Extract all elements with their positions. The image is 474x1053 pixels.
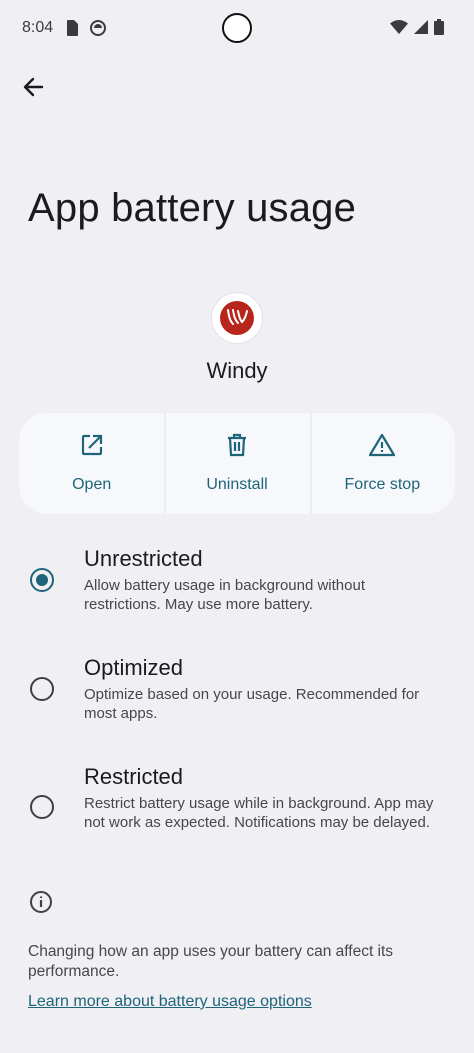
uninstall-button[interactable]: Uninstall [164, 413, 309, 514]
radio-optimized[interactable] [30, 677, 54, 701]
option-title: Optimized [84, 655, 184, 680]
status-icons-left [66, 20, 106, 41]
app-actions: Open Uninstall Force stop [19, 413, 455, 514]
option-description: Optimize based on your usage. Recommende… [84, 686, 420, 722]
learn-more-link[interactable]: Learn more about battery usage options [28, 993, 312, 1011]
wifi-icon [390, 20, 408, 39]
status-icons-right [390, 19, 444, 40]
info-icon [29, 890, 53, 919]
option-restricted[interactable]: Restricted Restrict battery usage while … [0, 762, 474, 858]
option-unrestricted[interactable]: Unrestricted Allow battery usage in back… [0, 544, 474, 622]
open-label: Open [72, 476, 112, 493]
radio-unrestricted[interactable] [30, 568, 54, 592]
option-description: Restrict battery usage while in backgrou… [84, 795, 434, 831]
page-title: App battery usage [28, 186, 357, 230]
app-icon [212, 293, 262, 343]
uninstall-label: Uninstall [206, 476, 268, 493]
front-camera [222, 13, 252, 43]
footer-text: Changing how an app uses your battery ca… [28, 943, 394, 980]
battery-icon [434, 19, 444, 40]
cell-signal-icon [414, 20, 428, 39]
force-stop-button[interactable]: Force stop [309, 413, 455, 514]
vpn-icon [90, 20, 106, 41]
arrow-back-icon [22, 76, 44, 103]
windy-logo-icon [220, 301, 254, 335]
trash-icon [225, 433, 249, 476]
sim-card-icon [66, 20, 78, 41]
warning-icon [369, 433, 396, 476]
option-description: Allow battery usage in background withou… [84, 577, 366, 613]
force-stop-label: Force stop [344, 476, 421, 493]
status-bar: 8:04 [0, 0, 474, 58]
option-title: Restricted [84, 764, 184, 789]
status-time: 8:04 [22, 19, 54, 36]
option-optimized[interactable]: Optimized Optimize based on your usage. … [0, 653, 474, 731]
open-button[interactable]: Open [19, 413, 164, 514]
radio-restricted[interactable] [30, 795, 54, 819]
option-title: Unrestricted [84, 546, 203, 571]
back-button[interactable] [12, 68, 54, 110]
open-external-icon [80, 433, 104, 476]
app-name: Windy [206, 358, 268, 383]
